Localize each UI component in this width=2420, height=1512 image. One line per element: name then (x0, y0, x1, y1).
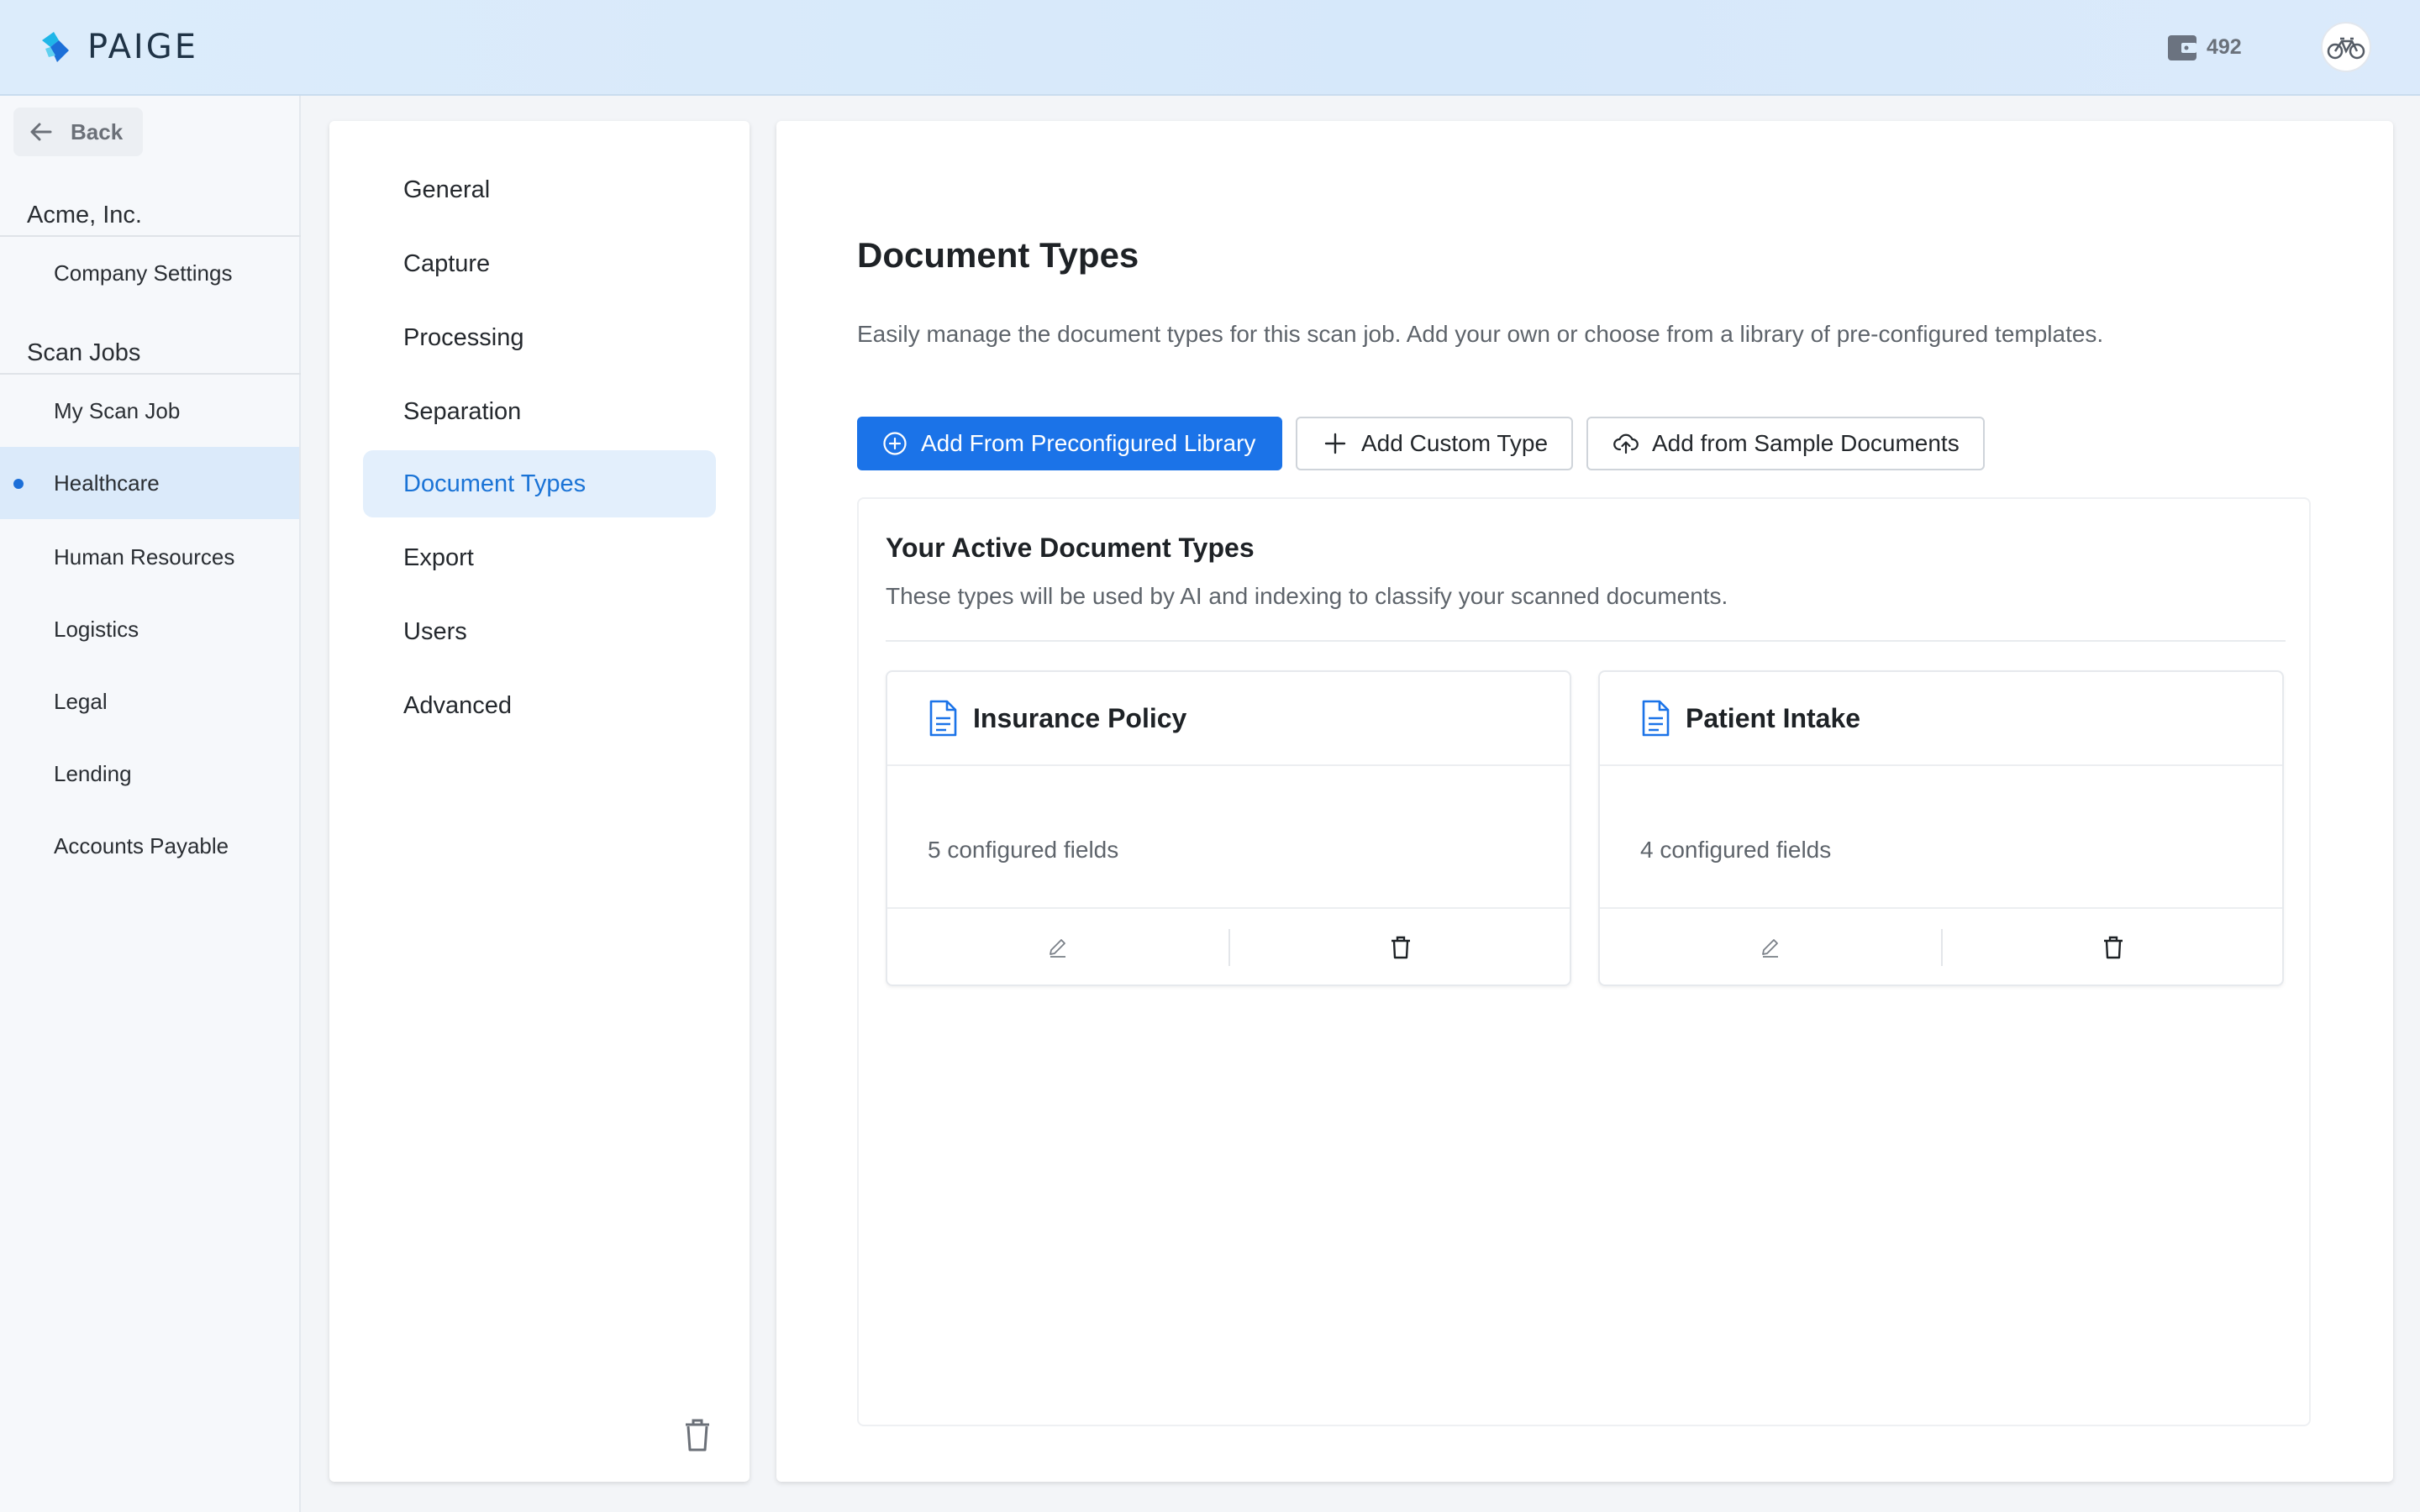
edit-button[interactable] (887, 909, 1228, 986)
document-type-card: Insurance Policy 5 configured fields (886, 670, 1571, 986)
document-type-card: Patient Intake 4 configured fields (1598, 670, 2284, 986)
nav-item-capture[interactable]: Capture (363, 230, 716, 297)
card-header: Insurance Policy (887, 672, 1570, 766)
nav-item-label: General (403, 176, 491, 203)
nav-item-users[interactable]: Users (363, 598, 716, 665)
avatar[interactable] (2321, 22, 2371, 72)
pencil-icon (1762, 939, 1778, 958)
nav-item-label: Advanced (403, 691, 512, 719)
sidebar: Back Acme, Inc. Company Settings Scan Jo… (0, 96, 301, 1512)
nav-item-export[interactable]: Export (363, 524, 716, 591)
nav-item-label: Users (403, 617, 467, 645)
sidebar-item-label: Human Resources (54, 543, 235, 570)
arrow-left-icon (30, 123, 52, 141)
panel-title: Your Active Document Types (886, 533, 1255, 563)
nav-item-label: Document Types (403, 470, 587, 497)
sidebar-item-legal[interactable]: Legal (0, 665, 299, 738)
page-description: Easily manage the document types for thi… (857, 321, 2104, 347)
nav-item-label: Export (403, 543, 474, 571)
card-field-count: 5 configured fields (928, 837, 1119, 863)
button-label: Add from Sample Documents (1652, 430, 1960, 456)
nav-item-label: Separation (403, 397, 522, 425)
back-button[interactable]: Back (13, 108, 143, 156)
nav-item-general[interactable]: General (363, 156, 716, 223)
sidebar-item-label: Company Settings (54, 260, 233, 286)
card-title: Insurance Policy (973, 702, 1187, 733)
company-name: Acme, Inc. (27, 202, 142, 228)
nav-item-label: Processing (403, 323, 524, 351)
nav-item-document-types[interactable]: Document Types (363, 450, 716, 517)
sidebar-item-label: Logistics (54, 616, 139, 642)
document-icon (929, 700, 957, 737)
delete-button[interactable] (1943, 909, 2284, 986)
page-title: Document Types (857, 235, 1139, 275)
card-header: Patient Intake (1600, 672, 2282, 766)
card-title: Patient Intake (1686, 702, 1861, 733)
top-bar: PAIGE 492 (0, 0, 2420, 96)
trash-icon (2104, 936, 2123, 959)
active-document-types-panel: Your Active Document Types These types w… (857, 497, 2311, 1426)
sidebar-item-my-scan-job[interactable]: My Scan Job (0, 375, 299, 447)
plus-icon (1324, 433, 1346, 454)
bicycle-icon (2327, 37, 2365, 60)
wallet-icon (2168, 35, 2196, 60)
card-actions (1600, 907, 2282, 986)
divider (886, 640, 2286, 642)
sidebar-item-company-settings[interactable]: Company Settings (0, 237, 299, 309)
credits-count: 492 (2207, 34, 2242, 59)
add-from-library-button[interactable]: Add From Preconfigured Library (857, 417, 1282, 470)
pencil-icon (1050, 939, 1065, 958)
sidebar-item-label: Lending (54, 760, 132, 786)
brand-name: PAIGE (87, 28, 198, 66)
scan-jobs-title: Scan Jobs (27, 339, 141, 366)
nav-item-processing[interactable]: Processing (363, 304, 716, 371)
nav-item-label: Capture (403, 249, 491, 277)
sidebar-item-human-resources[interactable]: Human Resources (0, 521, 299, 593)
button-label: Add From Preconfigured Library (921, 430, 1256, 456)
sidebar-item-label: My Scan Job (54, 397, 181, 423)
add-custom-type-button[interactable]: Add Custom Type (1296, 417, 1573, 470)
main-content: Document Types Easily manage the documen… (776, 121, 2393, 1482)
plus-circle-icon (883, 432, 907, 455)
card-field-count: 4 configured fields (1640, 837, 1832, 863)
delete-button[interactable] (1230, 909, 1571, 986)
sidebar-item-label: Healthcare (54, 470, 160, 496)
credits-indicator[interactable]: 492 (2166, 32, 2242, 62)
sidebar-item-logistics[interactable]: Logistics (0, 593, 299, 665)
sidebar-item-accounts-payable[interactable]: Accounts Payable (0, 810, 299, 882)
paige-logo-icon (42, 32, 69, 62)
nav-item-separation[interactable]: Separation (363, 378, 716, 445)
add-from-sample-documents-button[interactable]: Add from Sample Documents (1586, 417, 1985, 470)
sidebar-item-lending[interactable]: Lending (0, 738, 299, 810)
nav-item-advanced[interactable]: Advanced (363, 672, 716, 739)
cloud-upload-icon (1613, 433, 1639, 454)
edit-button[interactable] (1600, 909, 1941, 986)
panel-description: These types will be used by AI and index… (886, 583, 1728, 609)
delete-scan-job-trash-icon[interactable] (682, 1416, 713, 1453)
active-indicator-dot (13, 479, 24, 489)
sidebar-item-healthcare[interactable]: Healthcare (0, 447, 299, 519)
brand-logo[interactable]: PAIGE (39, 27, 198, 67)
trash-icon (1392, 936, 1410, 959)
sidebar-item-label: Legal (54, 688, 108, 714)
settings-nav: General Capture Processing Separation Do… (329, 121, 750, 1482)
card-actions (887, 907, 1570, 986)
sidebar-item-label: Accounts Payable (54, 832, 229, 858)
back-label: Back (71, 118, 124, 144)
button-label: Add Custom Type (1361, 430, 1549, 456)
document-icon (1642, 700, 1670, 737)
